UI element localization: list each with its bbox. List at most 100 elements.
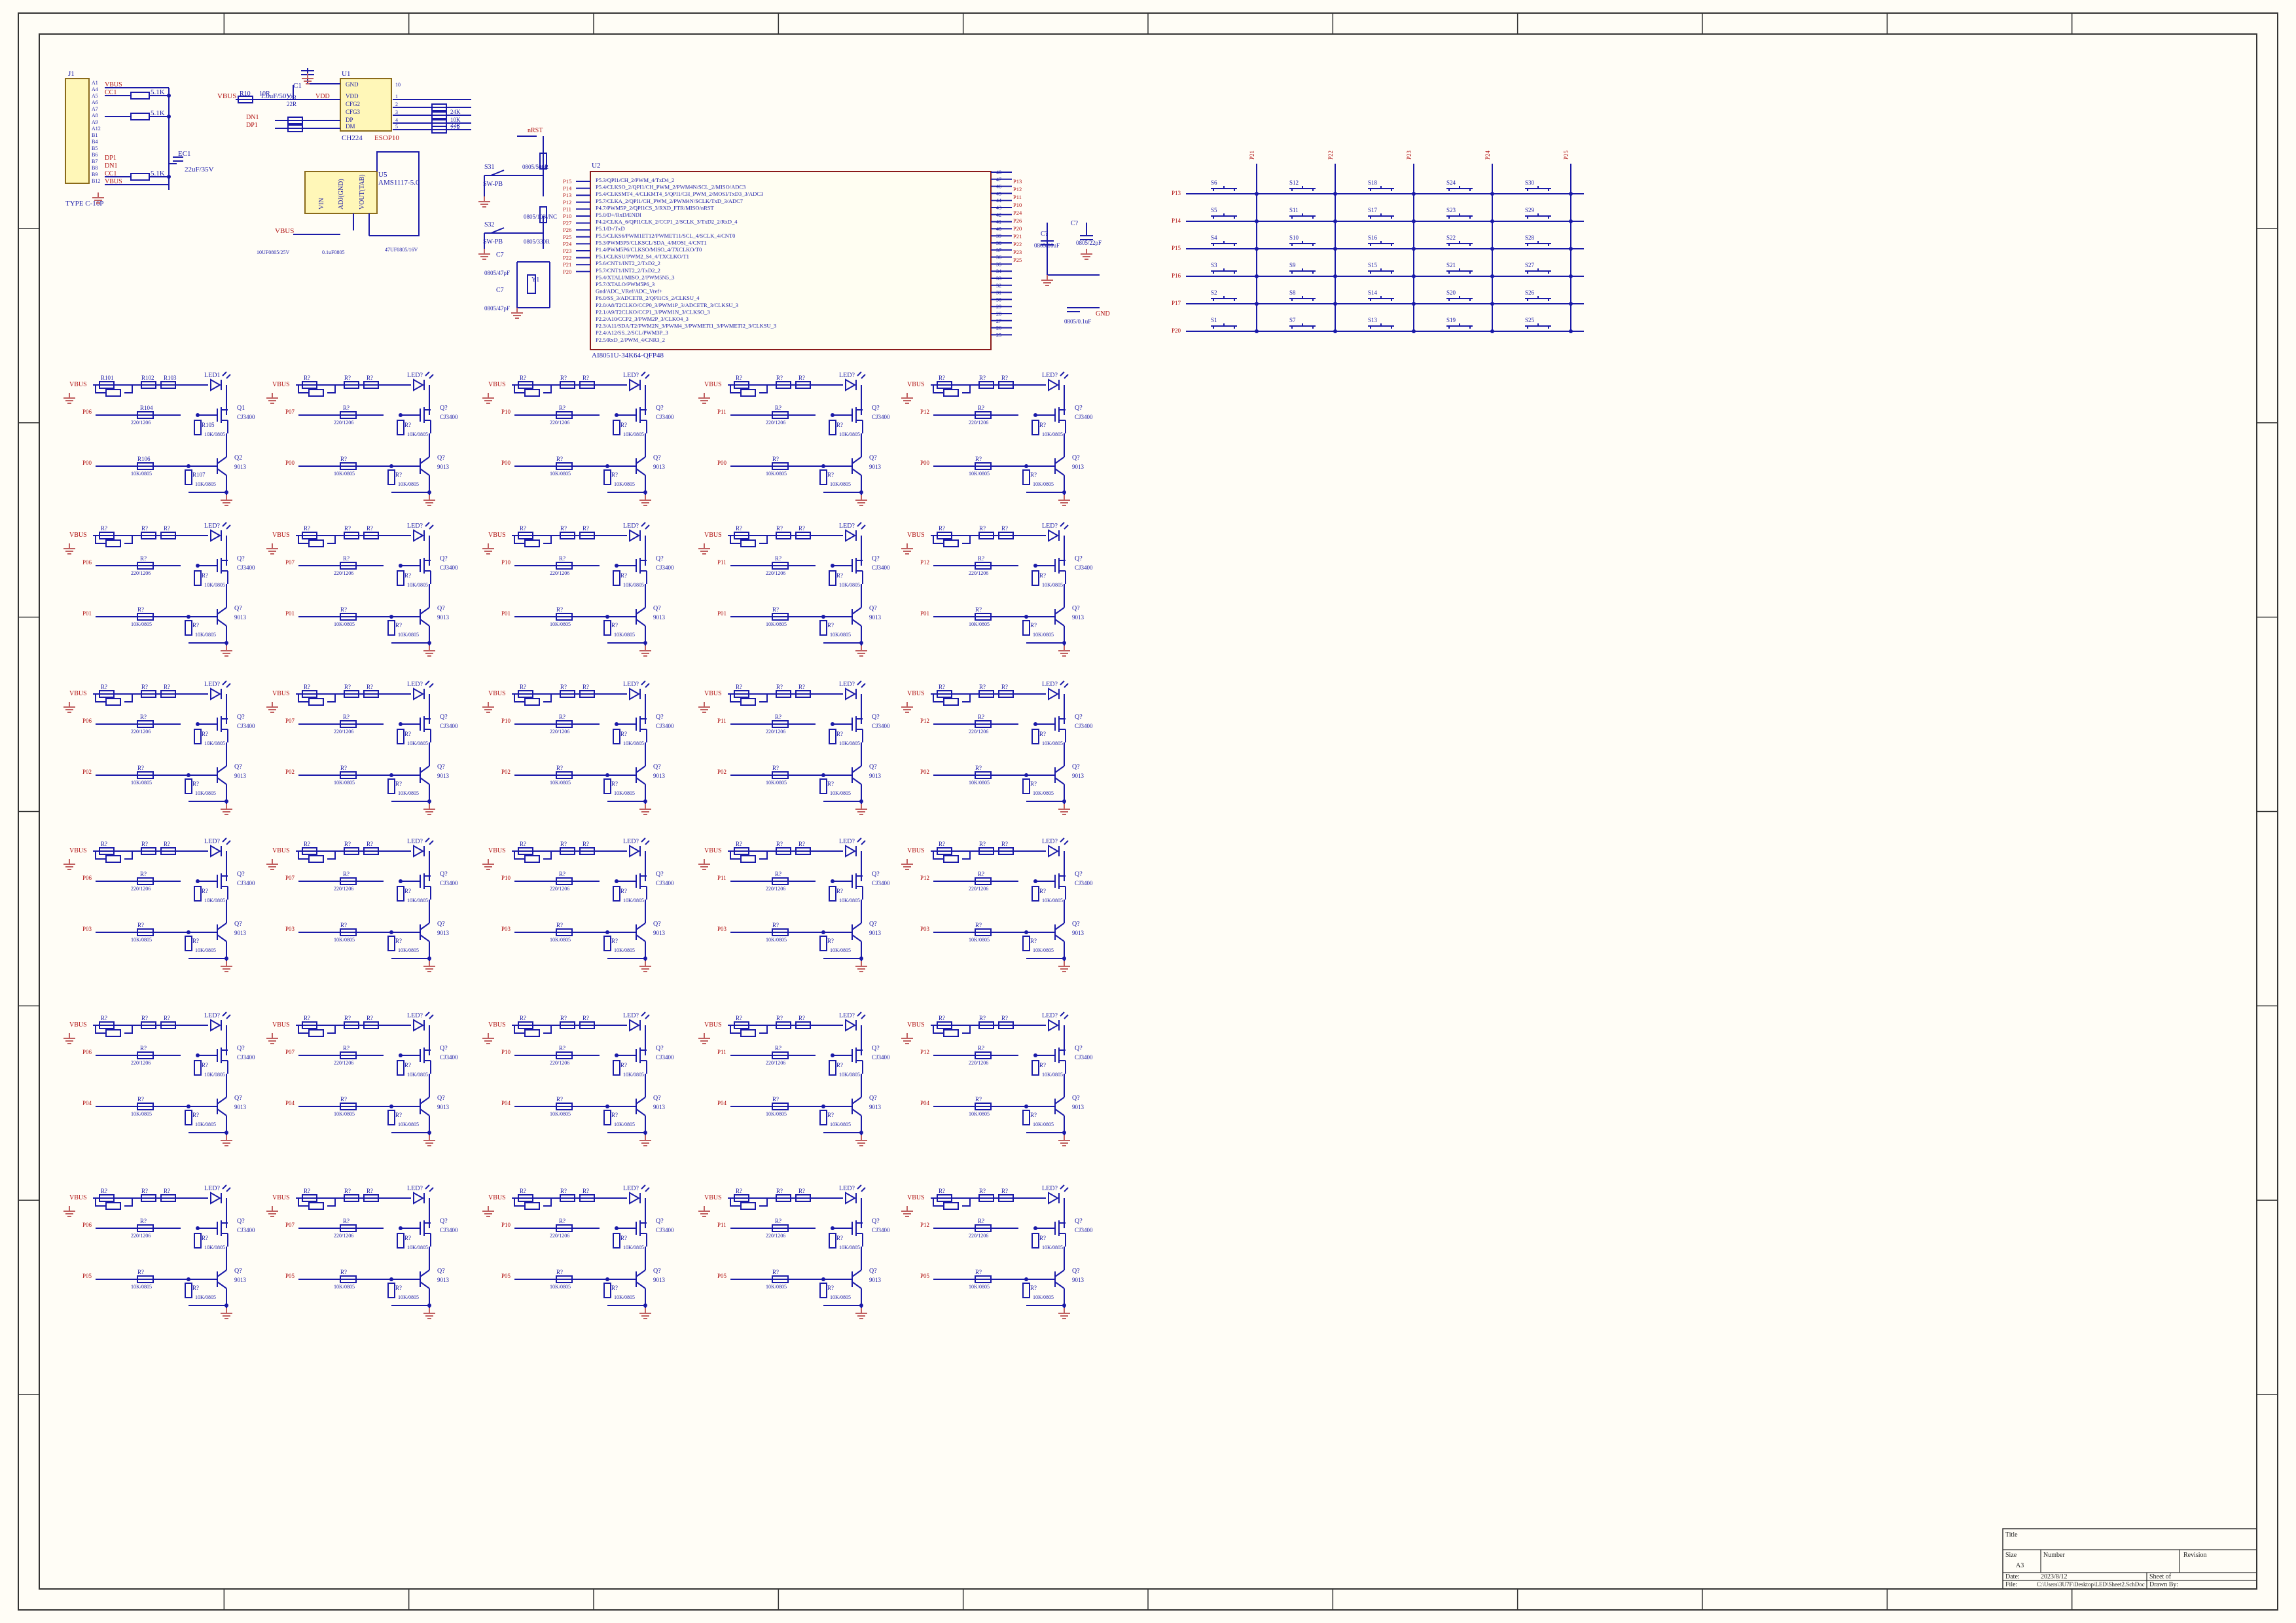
junction-dot xyxy=(427,799,431,803)
driver-res-label: R? xyxy=(583,1015,589,1021)
resistor xyxy=(1022,469,1030,485)
driver-pwm-net: P12 xyxy=(920,718,929,724)
driver-res-10k: 10K/0805 xyxy=(969,780,990,786)
driver-res-10k: 10K/0805 xyxy=(614,947,635,953)
keypad-switch-label: S2 xyxy=(1211,289,1217,296)
usb-pin-label: B5 xyxy=(92,145,98,151)
mosfet-symbol xyxy=(198,1048,228,1074)
driver-res-label: R? xyxy=(404,572,411,579)
mosfet-symbol xyxy=(401,873,431,900)
junction-dot xyxy=(1255,274,1259,278)
ground-symbol xyxy=(901,1033,913,1044)
driver-bjt-label: Q? xyxy=(653,921,661,928)
junction-dot xyxy=(1062,641,1066,645)
ldo-cap-mid: 0.1uF0805 xyxy=(322,249,344,255)
junction-dot xyxy=(615,413,619,417)
driver-row-net: P01 xyxy=(82,610,92,617)
driver-res-label: R? xyxy=(340,1096,347,1103)
driver-res-10k: 10K/0805 xyxy=(398,1294,419,1300)
driver-cell: VBUS R? R? R? LED? Q? CJ3400 P10 220/1206 R? R? 10K… xyxy=(482,522,674,657)
mcu-right-net: P26 xyxy=(1013,217,1022,224)
driver-cell: VBUS R? R? R? LED? Q? CJ3400 P10 220/1206 R? R? 10K… xyxy=(482,837,674,972)
driver-res-label: R? xyxy=(1039,572,1046,579)
keypad-row-net: P16 xyxy=(1172,272,1181,279)
driver-led-label: LED? xyxy=(839,1185,855,1192)
mosfet-symbol xyxy=(617,558,647,584)
driver-bjt-label: Q? xyxy=(1072,454,1080,462)
resistor xyxy=(1031,1233,1039,1249)
driver-res-label: R? xyxy=(772,765,779,771)
driver-led-label: LED? xyxy=(839,681,855,688)
driver-res-220: 220/1206 xyxy=(766,570,785,576)
driver-bjt-part: 9013 xyxy=(653,614,666,621)
driver-bjt-part: 9013 xyxy=(234,773,247,779)
mosfet-symbol xyxy=(1035,1220,1066,1247)
junction-dot xyxy=(399,1053,403,1057)
mcu-left-net: P14 xyxy=(563,185,572,192)
ground-symbol xyxy=(901,1206,913,1217)
driver-res-10k: 10K/0805 xyxy=(204,740,225,746)
resistor xyxy=(943,855,959,863)
bjt-symbol xyxy=(420,1247,430,1308)
ground-symbol xyxy=(901,859,913,870)
driver-res-10k: 10K/0805 xyxy=(195,1122,216,1127)
keypad-switch-label: S29 xyxy=(1525,207,1535,213)
ground-symbol xyxy=(698,1206,710,1217)
mcu-pin-function: P5.4/CLKSO_2/QPI1/CH_PWM_2/PWM4N/SCL_2/M… xyxy=(596,184,745,191)
junction-dot xyxy=(427,1131,431,1135)
resistor xyxy=(524,698,540,706)
driver-cell: VBUS R? R? R? LED? Q? CJ3400 P06 220/1206 R? R? 10K… xyxy=(63,680,255,815)
ground-symbol xyxy=(266,1206,278,1217)
ground-symbol xyxy=(221,1308,232,1319)
mcu-pin-function: P2.2/A10/CCP2_3/PWM2P_3/CLKO4_3 xyxy=(596,316,689,322)
junction-dot xyxy=(389,615,393,619)
driver-res-label: R? xyxy=(776,374,783,381)
keypad-switch xyxy=(1368,296,1394,301)
junction-dot xyxy=(1062,799,1066,803)
driver-res-10k: 10K/0805 xyxy=(614,790,635,796)
usb-pin-label: B1 xyxy=(92,132,98,138)
junction-dot xyxy=(399,413,403,417)
mcu-pin-function: P5.6/CNT1/INT2_2/TxD2_2 xyxy=(596,260,660,266)
usb-pin-label: B12 xyxy=(92,178,100,184)
ground-symbol xyxy=(1058,495,1070,506)
usb-wires xyxy=(92,87,183,204)
junction-dot xyxy=(859,490,863,494)
driver-res-label: R107 xyxy=(192,471,206,478)
driver-res-label: R? xyxy=(736,684,742,690)
driver-vbus-net: VBUS xyxy=(488,847,506,854)
ground-symbol xyxy=(221,804,232,815)
junction-dot xyxy=(643,1131,647,1135)
driver-bjt-label: Q? xyxy=(437,763,445,771)
driver-res-label: R? xyxy=(559,714,565,720)
ground-symbol xyxy=(1058,1308,1070,1319)
mcu-cap-c7-1: C7 xyxy=(496,251,504,259)
keypad-switch xyxy=(1525,296,1551,301)
driver-res-10k: 10K/0805 xyxy=(969,1111,990,1117)
mcu-left-net: P20 xyxy=(563,268,571,275)
usb-pin-label: A4 xyxy=(92,86,98,92)
driver-res-label: R? xyxy=(556,1096,563,1103)
mcu-right-nets: P13P12 P11 P10 P24P26P20P21P22 P23 P25 xyxy=(1013,178,1022,263)
driver-row-net: P04 xyxy=(717,1100,727,1106)
driver-res-10k: 10K/0805 xyxy=(830,481,851,487)
resistor xyxy=(819,469,827,485)
driver-pwm-net: P06 xyxy=(82,559,92,566)
ch224-res-label: 24K xyxy=(450,109,461,115)
driver-res-10k: 10K/0805 xyxy=(195,1294,216,1300)
driver-bjt-label: Q? xyxy=(653,1095,661,1102)
driver-mos-part: CJ3400 xyxy=(1075,414,1093,420)
driver-led-label: LED? xyxy=(1042,522,1058,530)
junction-dot xyxy=(1490,329,1494,333)
mcu-pin-function: P4.2/CLKA_6/QPI1CLK_2/CCP1_2/SCLK_3/TxD2… xyxy=(596,219,738,225)
mcu-small-cap-1: 0805/47pF xyxy=(484,270,510,276)
driver-res-220: 220/1206 xyxy=(334,886,353,892)
ground-symbol xyxy=(221,495,232,506)
driver-res-label: R? xyxy=(975,606,982,613)
driver-res-10k: 10K/0805 xyxy=(407,740,428,746)
usb-connector-body xyxy=(65,78,90,184)
driver-mos-label: Q? xyxy=(872,555,880,562)
driver-res-10k: 10K/0805 xyxy=(334,621,355,627)
mcu-gnd-net: GND xyxy=(1096,310,1110,318)
driver-res-10k: 10K/0805 xyxy=(623,898,644,903)
